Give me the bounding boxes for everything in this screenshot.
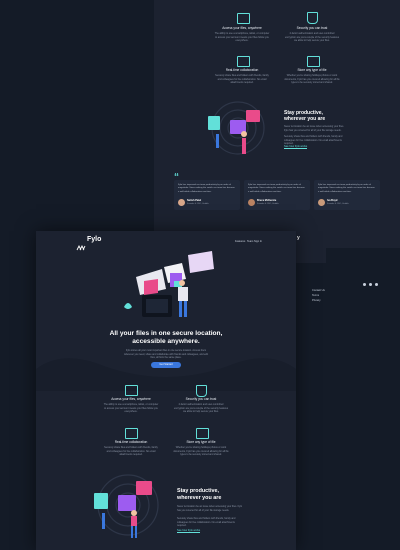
nav-signin[interactable]: Sign In (254, 240, 262, 243)
avatar (248, 199, 255, 206)
see-how-link[interactable]: See how Fylo works (284, 145, 308, 149)
feature-title: Store any type of file (186, 440, 216, 444)
brand-name: Fylo (87, 236, 102, 243)
footer-link-privacy[interactable]: Privacy (312, 299, 321, 302)
feature-title: Access your files, anywhere (222, 26, 262, 30)
feature-title: Security you can trust (296, 26, 328, 30)
shield-icon (196, 385, 207, 397)
laptop-icon (237, 13, 250, 24)
feature-desc: Securely share files and folders with fr… (104, 446, 158, 457)
back-panel-edge-lower (296, 252, 326, 262)
feature-title: Security you can trust (185, 397, 217, 401)
main-preview-panel: Fylo Features Team Sign In All your file… (36, 231, 296, 550)
collab-icon (125, 428, 138, 439)
laptop-icon (125, 385, 138, 396)
testimonial-card: Fylo has improved our team productivity … (244, 180, 310, 210)
see-how-link[interactable]: See how Fylo works (177, 529, 201, 533)
fylo-logo-icon (76, 238, 86, 251)
feature-title: Access your files, anywhere (111, 397, 151, 401)
hero-illustration (124, 251, 214, 317)
folder-icon (307, 56, 320, 67)
feature-desc: The ability to use a smartphone, tablet,… (103, 403, 159, 414)
feature-desc: 2-factor authentication and user-control… (284, 32, 340, 43)
feature-desc: The ability to use a smartphone, tablet,… (214, 32, 270, 43)
desktop-preview-panel: Access your files, anywhere The ability … (154, 0, 400, 248)
productive-illustration (94, 474, 159, 538)
nav-team[interactable]: Team (247, 240, 253, 243)
feature-desc: Securely share files and folders with fr… (215, 74, 269, 85)
curve-divider (36, 358, 296, 391)
feature-title: Real-time collaboration (114, 440, 148, 444)
shield-icon (307, 12, 318, 24)
facebook-icon[interactable] (363, 283, 366, 286)
avatar (178, 199, 185, 206)
twitter-icon[interactable] (369, 283, 372, 286)
testimonial-card: Fylo has improved our team productivity … (314, 180, 380, 210)
productive-illustration (208, 101, 265, 155)
folder-icon (196, 428, 209, 439)
instagram-icon[interactable] (375, 283, 378, 286)
collab-icon (237, 56, 250, 67)
testimonial-card: Fylo has improved our team productivity … (174, 180, 240, 210)
feature-desc: 2-factor authentication and user-control… (173, 403, 229, 414)
productive-p1: Never let location be an issue when acce… (284, 125, 344, 132)
productive-p2: Securely share files and folders with fr… (177, 517, 236, 528)
feature-desc: Whether you're sharing holidays photos o… (284, 74, 340, 85)
feature-title: Store any type of file (297, 68, 327, 72)
footer-link-contact[interactable]: Contact Us (312, 289, 325, 292)
footer-link-terms[interactable]: Terms (312, 294, 319, 297)
feature-desc: Whether you're sharing holidays photos o… (173, 446, 229, 457)
nav-features[interactable]: Features (235, 240, 245, 243)
feature-title: Real-time collaboration (225, 68, 259, 72)
productive-p1: Never let location be an issue when acce… (177, 505, 243, 512)
avatar (318, 199, 325, 206)
productive-title: Stay productive, wherever you are (284, 110, 326, 122)
productive-title: Stay productive, wherever you are (177, 488, 222, 501)
